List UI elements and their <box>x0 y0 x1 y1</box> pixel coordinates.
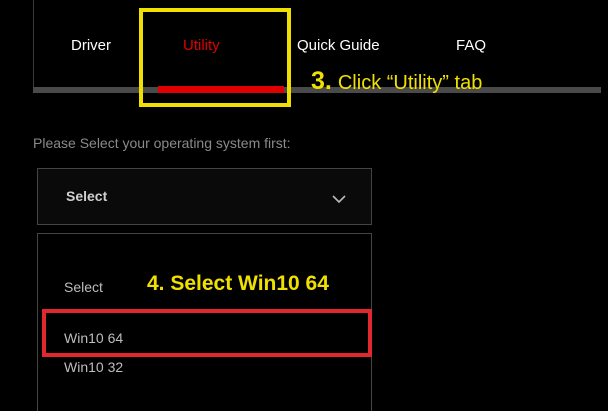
option-select[interactable]: Select <box>64 279 103 295</box>
tab-quick-guide[interactable]: Quick Guide <box>297 37 380 54</box>
chevron-down-icon <box>332 191 346 209</box>
step3-annotation: 3. Click “Utility” tab <box>311 67 482 96</box>
os-select-value: Select <box>66 188 108 204</box>
step4-annotation: 4. Select Win10 64 <box>147 272 329 295</box>
option-win10-32[interactable]: Win10 32 <box>64 359 123 375</box>
os-select-dropdown[interactable]: Select <box>37 168 372 225</box>
tab-driver[interactable]: Driver <box>71 37 111 54</box>
step3-text: Click “Utility” tab <box>337 72 483 94</box>
utility-tab-highlight-box <box>139 8 291 107</box>
tab-faq[interactable]: FAQ <box>456 37 486 54</box>
step3-number: 3. <box>311 67 332 95</box>
step4-backdrop <box>117 270 145 298</box>
win10-64-highlight-box <box>42 309 372 357</box>
os-select-prompt: Please Select your operating system firs… <box>33 135 291 151</box>
